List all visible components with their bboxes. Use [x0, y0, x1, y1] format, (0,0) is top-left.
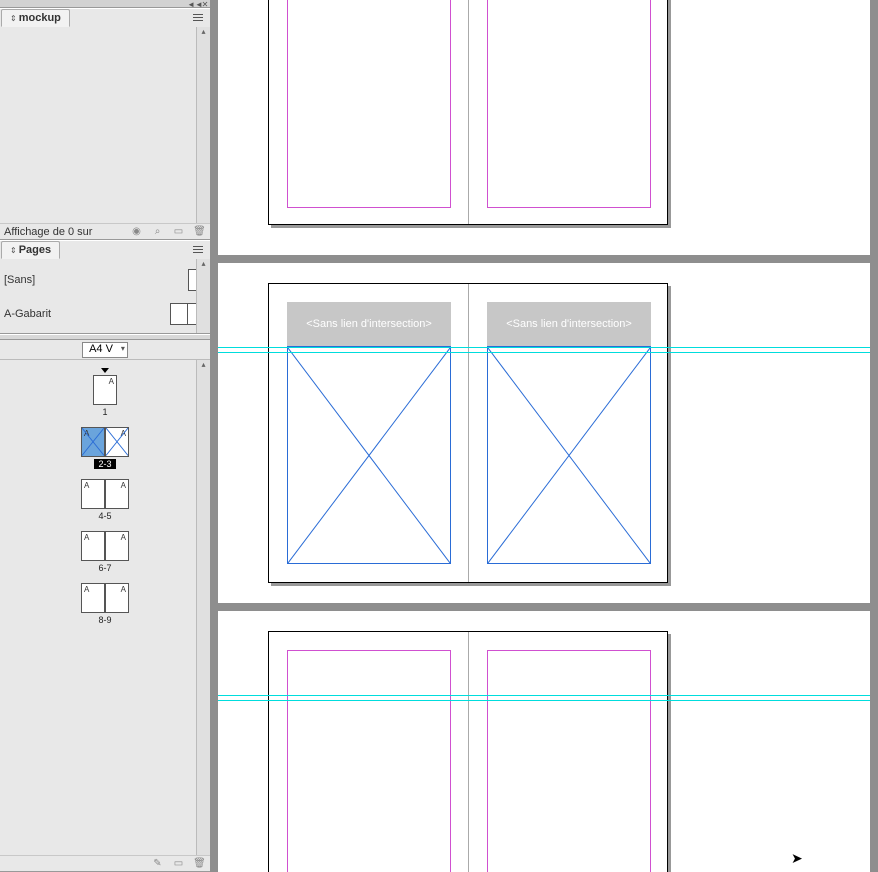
info-icon[interactable]: ◉ [130, 225, 143, 238]
placeholder-frame-header-left[interactable]: <Sans lien d'intersection> [287, 302, 451, 347]
close-icon[interactable]: ✕ [200, 0, 210, 8]
master-badge: A [109, 377, 114, 386]
master-label: A-Gabarit [4, 308, 170, 320]
spread-view-2-3: <Sans lien d'intersection> <Sans lien d'… [218, 263, 870, 603]
page-thumb[interactable]: A [105, 531, 129, 561]
scroll-up-icon[interactable]: ▴ [197, 259, 210, 268]
pages-panel: ⇕ Pages [Sans] A-Gabarit ▴ [0, 240, 210, 872]
spread-paper[interactable] [268, 631, 668, 872]
spread-thumb: A [93, 375, 117, 405]
pages-panel-tabbar: ⇕ Pages [0, 241, 210, 259]
mockup-tab-label: mockup [19, 12, 61, 24]
trash-icon[interactable]: 🗑 [193, 857, 206, 870]
mockup-tab[interactable]: ⇕ mockup [1, 9, 70, 27]
spread-view-4-5 [218, 611, 870, 872]
master-scrollbar[interactable]: ▴ [196, 259, 210, 333]
spread-view-1 [218, 0, 870, 255]
page-margin-right [487, 650, 651, 872]
guide-horizontal[interactable] [218, 695, 870, 696]
spread-thumb-item[interactable]: AA 2-3 [4, 427, 206, 469]
mockup-panel-tabbar: ⇕ mockup [0, 9, 210, 27]
binoculars-icon[interactable]: ⌕ [151, 225, 164, 238]
image-frame-left[interactable] [287, 347, 451, 564]
master-badge: A [121, 481, 126, 490]
page-thumb[interactable]: A [105, 583, 129, 613]
mockup-status-text: Affichage de 0 sur [4, 226, 92, 238]
left-panel-dock: ◄◄ ✕ ⇕ mockup ▴ Affichage de 0 sur ◉ ⌕ ▭… [0, 0, 210, 872]
updown-icon: ⇕ [10, 246, 17, 255]
placeholder-frame-header-right[interactable]: <Sans lien d'intersection> [487, 302, 651, 347]
spread-thumb-item[interactable]: AA4-5 [4, 479, 206, 521]
placeholder-text: <Sans lien d'intersection> [306, 318, 432, 330]
spread-spine [468, 632, 469, 872]
page-size-value: A4 V [89, 343, 113, 355]
spread-thumb: AA [81, 531, 129, 561]
master-label: [Sans] [4, 274, 188, 286]
page-thumb[interactable]: A [81, 583, 105, 613]
page-thumb[interactable]: A [81, 531, 105, 561]
master-badge: A [84, 533, 89, 542]
master-badge: A [84, 585, 89, 594]
spread-paper[interactable] [268, 0, 668, 225]
page-margin-left [287, 650, 451, 872]
panel-menu-icon[interactable] [193, 11, 207, 23]
guide-horizontal[interactable] [218, 352, 870, 353]
image-frame-right[interactable] [487, 347, 651, 564]
master-badge: A [121, 585, 126, 594]
spread-label: 1 [102, 407, 107, 417]
master-item-none[interactable]: [Sans] [4, 265, 206, 295]
spread-thumb-item[interactable]: AA6-7 [4, 531, 206, 573]
pages-tab-label: Pages [19, 244, 51, 256]
master-badge: A [121, 533, 126, 542]
mockup-panel: ⇕ mockup ▴ Affichage de 0 sur ◉ ⌕ ▭ 🗑 [0, 8, 210, 240]
mockup-scrollbar[interactable]: ▴ [196, 27, 210, 223]
spread-thumb-item[interactable]: AA8-9 [4, 583, 206, 625]
placeholder-text: <Sans lien d'intersection> [506, 318, 632, 330]
page-thumb[interactable]: A [81, 427, 105, 457]
scroll-up-icon[interactable]: ▴ [197, 360, 210, 369]
section-start-icon [101, 368, 109, 373]
page-thumb[interactable]: A [93, 375, 117, 405]
collapse-icon[interactable]: ◄◄ [190, 0, 200, 8]
mockup-panel-body: ▴ [0, 27, 210, 223]
spread-label: 8-9 [98, 615, 111, 625]
page-size-select[interactable]: A4 V [82, 342, 128, 358]
updown-icon: ⇕ [10, 14, 17, 23]
new-page-icon[interactable]: ▭ [172, 857, 185, 870]
master-pages-list: [Sans] A-Gabarit ▴ [0, 259, 210, 334]
new-item-icon[interactable]: ▭ [172, 225, 185, 238]
spread-spine [468, 0, 469, 224]
guide-horizontal[interactable] [218, 700, 870, 701]
page-margin-left [287, 0, 451, 208]
edit-icon[interactable]: ✎ [151, 857, 164, 870]
spread-label: 4-5 [98, 511, 111, 521]
spread-thumb: AA [81, 479, 129, 509]
page-thumb[interactable]: A [105, 427, 129, 457]
spread-paper[interactable]: <Sans lien d'intersection> <Sans lien d'… [268, 283, 668, 583]
spread-list: A1AA2-3AA4-5AA6-7AA8-9 ▴ [0, 360, 210, 855]
document-canvas[interactable]: <Sans lien d'intersection> <Sans lien d'… [210, 0, 878, 872]
guide-horizontal[interactable] [218, 347, 870, 348]
spread-thumb-item[interactable]: A1 [4, 368, 206, 417]
pages-status-row: ✎ ▭ 🗑 [0, 855, 210, 871]
master-item-a[interactable]: A-Gabarit [4, 299, 206, 329]
page-margin-right [487, 0, 651, 208]
panel-menu-icon[interactable] [193, 243, 207, 255]
mockup-status-row: Affichage de 0 sur ◉ ⌕ ▭ 🗑 [0, 223, 210, 239]
spread-thumb: AA [81, 583, 129, 613]
page-thumb[interactable]: A [105, 479, 129, 509]
spread-label: 6-7 [98, 563, 111, 573]
spread-spine [468, 284, 469, 582]
spread-scrollbar[interactable]: ▴ [196, 360, 210, 855]
scroll-up-icon[interactable]: ▴ [197, 27, 210, 36]
pages-tab[interactable]: ⇕ Pages [1, 241, 60, 259]
pages-panel-body: [Sans] A-Gabarit ▴ A4 V A1AA2- [0, 259, 210, 855]
trash-icon[interactable]: 🗑 [193, 225, 206, 238]
page-size-row: A4 V [0, 340, 210, 360]
page-thumb[interactable]: A [81, 479, 105, 509]
panel-dock-header: ◄◄ ✕ [0, 0, 210, 8]
spread-label: 2-3 [94, 459, 115, 469]
master-badge: A [84, 481, 89, 490]
spread-thumb: AA [81, 427, 129, 457]
